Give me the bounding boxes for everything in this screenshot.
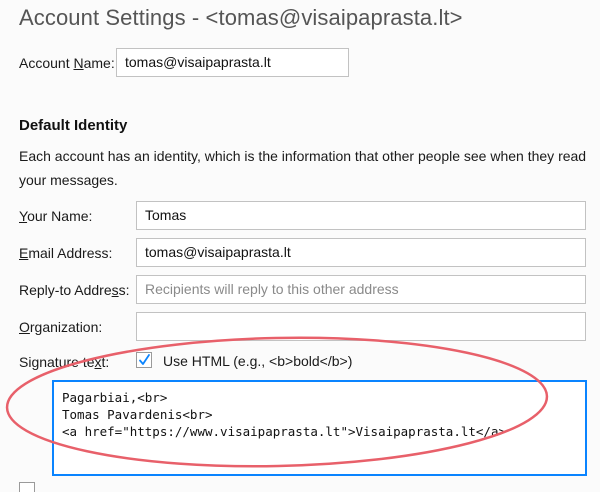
organization-input[interactable] (136, 312, 586, 341)
section-title-default-identity: Default Identity (19, 117, 128, 134)
attach-signature-checkbox[interactable] (19, 482, 35, 492)
organization-label: Organization: (19, 319, 103, 335)
reply-to-label: Reply-to Address: (19, 282, 130, 298)
signature-text-label: Signature text: (19, 354, 110, 370)
account-name-label: Account Name: (19, 55, 115, 71)
checkmark-icon (139, 354, 150, 365)
your-name-input[interactable]: Tomas (136, 201, 586, 230)
use-html-checkbox[interactable] (136, 352, 152, 368)
reply-to-input[interactable]: Recipients will reply to this other addr… (136, 275, 586, 304)
email-address-input[interactable]: tomas@visaipaprasta.lt (136, 238, 586, 267)
signature-textarea[interactable]: Pagarbiai,<br> Tomas Pavardenis<br> <a h… (52, 380, 587, 476)
identity-description: Each account has an identity, which is t… (19, 148, 587, 188)
use-html-label: Use HTML (e.g., <b>bold</b>) (163, 353, 353, 369)
your-name-label: Your Name: (19, 208, 93, 224)
email-address-label: Email Address: (19, 245, 113, 261)
account-name-input[interactable]: tomas@visaipaprasta.lt (116, 48, 349, 77)
page-title: Account Settings - <tomas@visaipaprasta.… (19, 5, 463, 30)
